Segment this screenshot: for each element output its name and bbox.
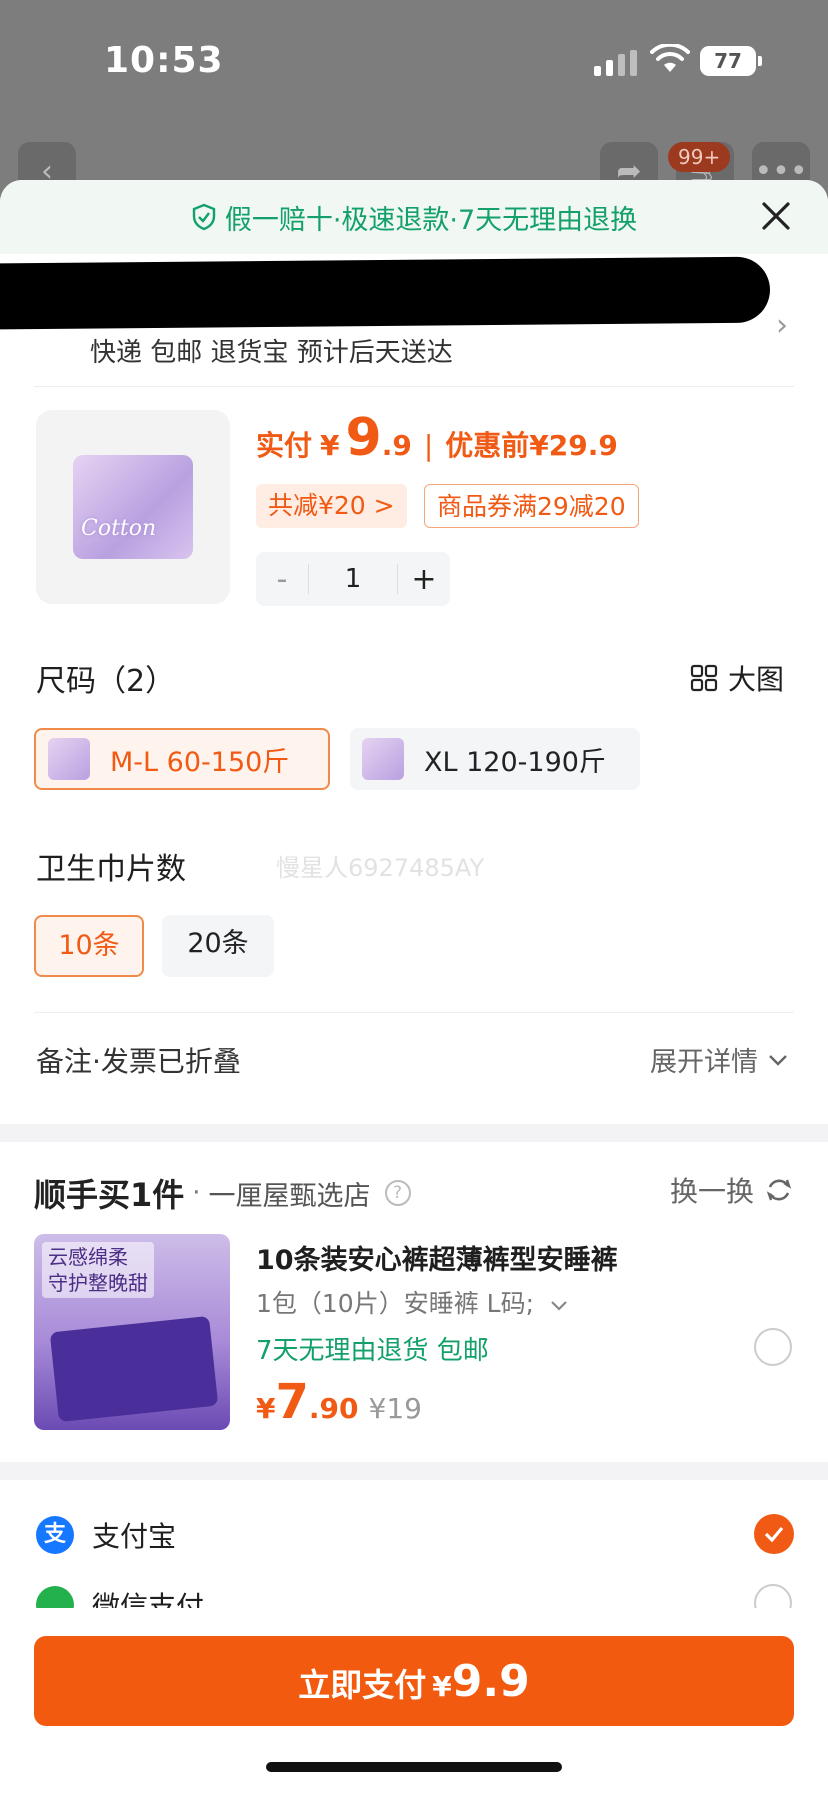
addon-shop-name: 一厘屋甄选店	[208, 1180, 371, 1212]
size-option-ml[interactable]: M-L 60-150斤	[34, 728, 330, 790]
checkout-sheet: 假一赔十·极速退款·7天无理由退换 › 快递 包邮 退货宝 预计后天送达 Cot…	[0, 180, 828, 1796]
status-time: 10:53	[104, 40, 224, 81]
addon-original-price: ¥19	[368, 1392, 422, 1425]
chevron-down-icon	[769, 1054, 787, 1066]
big-view-button[interactable]: 大图	[690, 658, 784, 698]
big-view-label: 大图	[727, 663, 784, 696]
coupon-tag: 商品券满29减20	[424, 484, 639, 528]
chevron-down-icon	[551, 1301, 567, 1311]
home-indicator[interactable]	[266, 1762, 562, 1772]
expand-label: 展开详情	[650, 1047, 758, 1078]
battery-icon: 77	[700, 46, 762, 76]
wifi-icon	[650, 44, 690, 72]
addon-header: 顺手买1件 · 一厘屋甄选店 ?	[34, 1170, 411, 1216]
swap-label: 换一换	[669, 1175, 754, 1208]
status-bar: 10:53 77	[0, 0, 828, 130]
pay-now-label: 立即支付	[298, 1666, 427, 1704]
addon-product-image[interactable]: 云感绵柔 守护整晚甜	[34, 1234, 230, 1430]
pay-now-button[interactable]: 立即支付 ¥ 9.9	[34, 1636, 794, 1726]
quantity-stepper: - 1 +	[256, 552, 450, 606]
count-title: 卫生巾片数	[36, 852, 186, 887]
watermark: 慢星人6927485AY	[276, 854, 485, 882]
size-title: 尺码（2）	[36, 664, 176, 699]
quantity-value[interactable]: 1	[308, 564, 398, 594]
note-invoice-label[interactable]: 备注·发票已折叠	[36, 1040, 241, 1080]
refresh-icon	[766, 1179, 792, 1201]
grid-icon	[690, 664, 718, 692]
cellular-signal-icon	[594, 50, 638, 76]
addon-image-caption: 云感绵柔 守护整晚甜	[42, 1242, 154, 1298]
price-separator: |	[423, 429, 434, 462]
close-icon[interactable]	[758, 198, 794, 234]
help-icon[interactable]: ?	[384, 1180, 411, 1206]
price-decimal: .9	[381, 429, 412, 462]
increase-button[interactable]: +	[398, 562, 450, 597]
price-line: 实付 ¥ 9 .9 | 优惠前¥29.9	[256, 408, 618, 468]
addon-currency: ¥	[256, 1392, 276, 1425]
addon-brand: 顺手买1件	[34, 1176, 185, 1214]
addon-spec-select[interactable]: 1包（10片）安睡裤 L码;	[256, 1284, 568, 1320]
discount-tag[interactable]: 共减¥20 >	[256, 484, 407, 528]
size-thumbnail	[362, 738, 404, 780]
addon-perks: 7天无理由退货 包邮	[256, 1336, 489, 1366]
divider	[34, 1012, 794, 1013]
shield-check-icon	[192, 203, 216, 231]
alipay-icon: 支	[36, 1516, 74, 1554]
chevron-right-icon[interactable]: ›	[776, 308, 788, 343]
count-option-10[interactable]: 10条	[34, 915, 144, 977]
decrease-button[interactable]: -	[256, 562, 308, 597]
cart-count-badge: 99+	[668, 142, 731, 172]
section-separator	[0, 1124, 828, 1142]
price-currency: ¥	[320, 429, 340, 462]
product-image-text: Cotton	[81, 516, 157, 541]
size-thumbnail	[48, 738, 90, 780]
alipay-label: 支付宝	[92, 1520, 177, 1553]
battery-level: 77	[714, 49, 742, 73]
addon-select-radio[interactable]	[754, 1328, 792, 1366]
expand-details-button[interactable]: 展开详情	[650, 1040, 788, 1079]
price-before-discount: 优惠前¥29.9	[445, 429, 618, 462]
alipay-option[interactable]: 支 支付宝	[36, 1515, 176, 1555]
count-option-20[interactable]: 20条	[162, 915, 274, 977]
address-redacted[interactable]	[0, 256, 771, 330]
pay-now-amount: 9.9	[451, 1656, 530, 1707]
product-image: Cotton	[73, 455, 193, 559]
divider	[34, 386, 794, 387]
addon-price-integer: 7	[275, 1374, 309, 1430]
addon-dot: ·	[192, 1178, 201, 1208]
section-separator	[0, 1462, 828, 1480]
addon-spec: 1包（10片）安睡裤 L码;	[256, 1289, 535, 1318]
swap-button[interactable]: 换一换	[670, 1170, 794, 1210]
check-icon	[764, 1526, 784, 1543]
size-option-label: M-L 60-150斤	[110, 746, 290, 778]
product-thumbnail[interactable]: Cotton	[36, 410, 230, 604]
price-label: 实付	[256, 429, 313, 462]
alipay-selected-check[interactable]	[754, 1514, 794, 1554]
guarantee-text: 假一赔十·极速退款·7天无理由退换	[224, 204, 638, 236]
size-option-xl[interactable]: XL 120-190斤	[350, 728, 640, 790]
addon-price: ¥ 7 .90 ¥19	[256, 1374, 422, 1430]
delivery-info: 快递 包邮 退货宝 预计后天送达	[90, 338, 453, 368]
addon-package	[49, 1315, 219, 1423]
pay-now-currency: ¥	[432, 1670, 452, 1703]
size-option-label: XL 120-190斤	[424, 746, 606, 778]
price-integer: 9	[345, 408, 382, 468]
guarantee-banner: 假一赔十·极速退款·7天无理由退换	[0, 180, 828, 254]
addon-price-decimal: .90	[308, 1392, 359, 1425]
addon-title[interactable]: 10条装安心裤超薄裤型安睡裤	[256, 1238, 618, 1277]
